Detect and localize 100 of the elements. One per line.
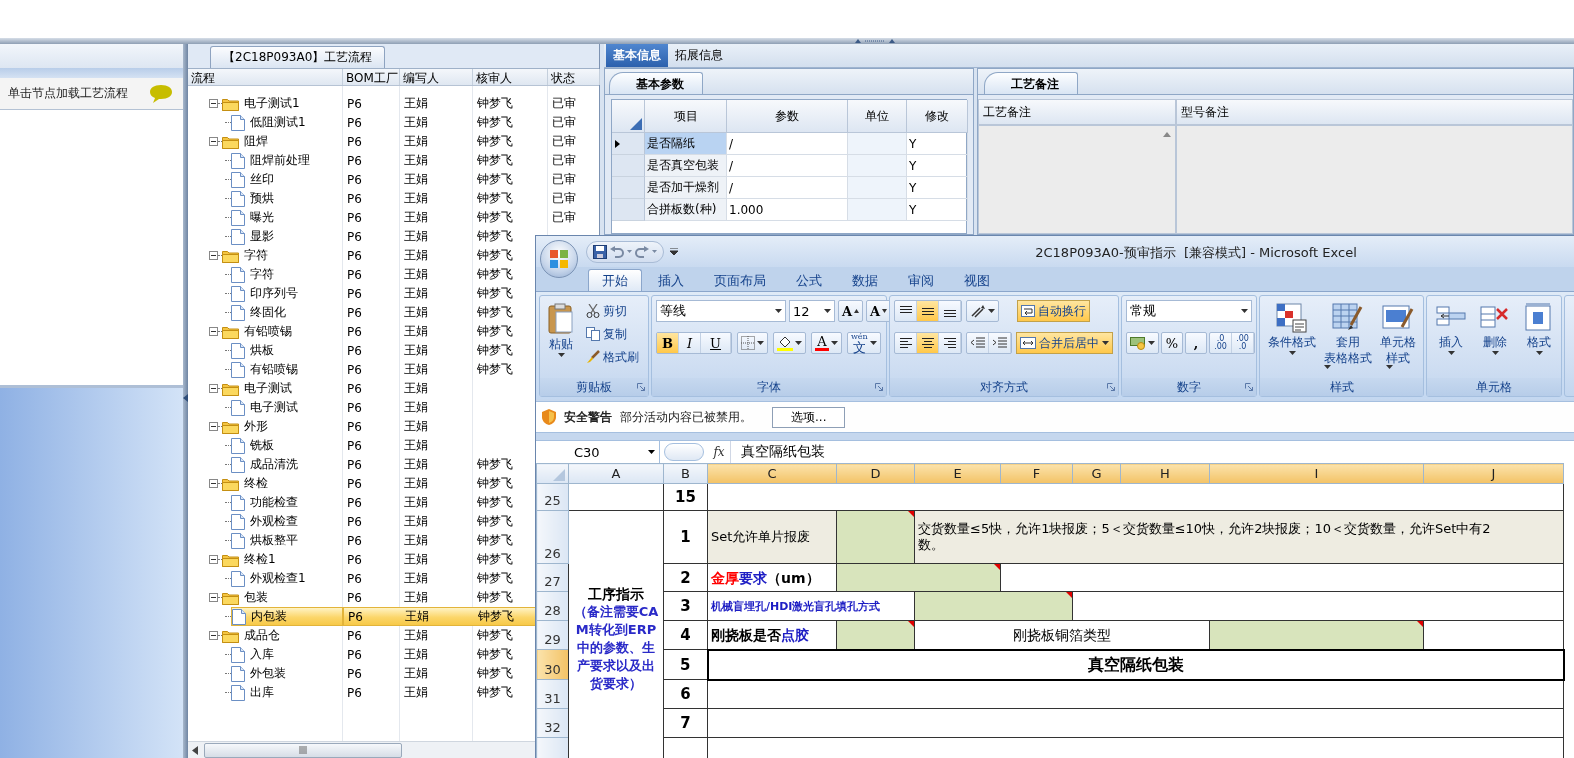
column-header[interactable]: 单位 <box>848 100 907 133</box>
cells-button[interactable]: 删除 <box>1475 300 1515 378</box>
cells-button[interactable]: 格式 <box>1519 300 1559 378</box>
ribbon-tab[interactable]: 公式 <box>782 269 836 291</box>
dialog-launcher-icon[interactable] <box>875 383 883 391</box>
scroll-up-icon[interactable] <box>1163 132 1171 137</box>
office-button[interactable] <box>540 240 578 278</box>
style-button[interactable]: 条件格式 <box>1264 300 1320 378</box>
column-header[interactable]: BOM工厂 <box>343 69 400 85</box>
tree-row[interactable]: 入库 P6 王娟 钟梦飞 <box>188 645 535 664</box>
tree-row[interactable]: 字符 P6 王娟 钟梦飞 <box>188 246 535 265</box>
tree-row[interactable]: 外观检查 P6 王娟 钟梦飞 <box>188 512 535 531</box>
comma-button[interactable]: , <box>1185 332 1207 354</box>
panel-tab[interactable]: 基本参数 <box>609 72 703 94</box>
tree-row[interactable]: 烘板整平 P6 王娟 钟梦飞 <box>188 531 535 550</box>
tree-row[interactable]: 终固化 P6 王娟 钟梦飞 <box>188 303 535 322</box>
font-color-button[interactable]: A <box>811 332 842 354</box>
tree-row[interactable]: 低阻测试1 P6 王娟 钟梦飞 已审 <box>188 113 599 132</box>
ribbon-tab[interactable]: 审阅 <box>894 269 948 291</box>
horizontal-scrollbar[interactable] <box>188 741 535 758</box>
redo-icon[interactable] <box>635 245 649 258</box>
dialog-launcher-icon[interactable] <box>1107 383 1115 391</box>
column-header[interactable]: A <box>568 463 664 484</box>
column-header[interactable]: 参数 <box>727 100 848 133</box>
column-header[interactable]: 核审人 <box>473 69 548 85</box>
format-painter-button[interactable]: 格式刷 <box>582 346 643 368</box>
fill-color-button[interactable] <box>773 332 806 354</box>
ribbon-tab[interactable]: 开始 <box>588 269 642 291</box>
copy-button[interactable]: 复制 <box>582 323 643 345</box>
tree-row[interactable]: 预烘 P6 王娟 钟梦飞 已审 <box>188 189 599 208</box>
info-tab[interactable]: 基本信息 <box>606 44 668 67</box>
horizontal-align-button[interactable] <box>917 333 939 353</box>
dialog-launcher-icon[interactable] <box>1245 383 1253 391</box>
tree-row[interactable]: 烘板 P6 王娟 钟梦飞 <box>188 341 535 360</box>
collapse-toggle-icon[interactable] <box>209 137 218 146</box>
tree-row[interactable]: 印序列号 P6 王娟 钟梦飞 <box>188 284 535 303</box>
column-header[interactable]: C <box>707 463 837 484</box>
collapse-toggle-icon[interactable] <box>209 251 218 260</box>
tree-row[interactable]: 成品仓 P6 王娟 钟梦飞 <box>188 626 535 645</box>
tree-row[interactable]: 出库 P6 王娟 钟梦飞 <box>188 683 535 702</box>
underline-button[interactable]: U <box>701 333 731 353</box>
tree-row[interactable]: 电子测试 P6 王娟 <box>188 398 535 417</box>
tree-row[interactable]: 字符 P6 王娟 钟梦飞 <box>188 265 535 284</box>
column-header[interactable]: B <box>663 463 708 484</box>
tree-row[interactable]: 丝印 P6 王娟 钟梦飞 已审 <box>188 170 599 189</box>
tree-row[interactable]: 外包装 P6 王娟 钟梦飞 <box>188 664 535 683</box>
currency-button[interactable] <box>1126 332 1159 354</box>
ribbon-tab[interactable]: 插入 <box>644 269 698 291</box>
tree-row[interactable]: 有铅喷锡 P6 王娟 钟梦飞 <box>188 322 535 341</box>
column-header[interactable]: H <box>1120 463 1210 484</box>
tree-row[interactable]: 终检1 P6 王娟 钟梦飞 <box>188 550 535 569</box>
collapse-arrow-icon[interactable] <box>183 394 188 402</box>
tree-row[interactable]: 阻焊前处理 P6 王娟 钟梦飞 已审 <box>188 151 599 170</box>
tree-row[interactable]: 阻焊 P6 王娟 钟梦飞 已审 <box>188 132 599 151</box>
options-button[interactable]: 选项... <box>772 406 846 428</box>
collapse-toggle-icon[interactable] <box>209 384 218 393</box>
font-size-field[interactable]: 12 <box>789 300 835 322</box>
decimal-button[interactable]: .00 .0 <box>1232 333 1254 353</box>
column-header[interactable]: F <box>1000 463 1073 484</box>
style-button[interactable]: 套用 表格格式 <box>1320 300 1376 378</box>
column-header[interactable]: 项目 <box>645 100 727 133</box>
borders-button[interactable] <box>737 332 768 354</box>
splitter-grip-icon[interactable] <box>855 38 895 43</box>
row-header[interactable]: 27 <box>536 563 569 592</box>
bold-button[interactable]: B <box>657 333 679 353</box>
vertical-align-button[interactable] <box>917 301 939 321</box>
collapse-toggle-icon[interactable] <box>209 593 218 602</box>
panel-tab[interactable]: 工艺备注 <box>984 72 1078 94</box>
style-button[interactable]: 单元格 样式 <box>1376 300 1420 378</box>
grow-font-button[interactable]: A <box>838 300 864 322</box>
collapse-toggle-icon[interactable] <box>209 327 218 336</box>
row-header[interactable]: 32 <box>536 708 569 738</box>
column-header[interactable]: 修改 <box>907 100 968 133</box>
paste-button[interactable]: 粘贴 <box>544 300 578 378</box>
tree-row[interactable]: 外形 P6 王娟 <box>188 417 535 436</box>
tree-row[interactable]: 外观检查1 P6 王娟 钟梦飞 <box>188 569 535 588</box>
cells-button[interactable]: 插入 <box>1431 300 1471 378</box>
row-header[interactable]: 30 <box>536 649 569 680</box>
tree-row[interactable]: 电子测试1 P6 王娟 钟梦飞 已审 <box>188 94 599 113</box>
collapse-toggle-icon[interactable] <box>209 479 218 488</box>
tree-row[interactable]: 铣板 P6 王娟 <box>188 436 535 455</box>
column-header[interactable]: I <box>1209 463 1424 484</box>
save-icon[interactable] <box>593 244 607 259</box>
tree-row[interactable]: 功能检查 P6 王娟 钟梦飞 <box>188 493 535 512</box>
tree-row[interactable]: 曝光 P6 王娟 钟梦飞 已审 <box>188 208 599 227</box>
customize-toolbar-icon[interactable] <box>670 248 678 255</box>
decimal-button[interactable]: .0 .00 <box>1210 333 1232 353</box>
row-header[interactable]: 25 <box>536 483 569 511</box>
merge-center-button[interactable]: 合并后居中 <box>1016 332 1113 354</box>
collapse-toggle-icon[interactable] <box>209 631 218 640</box>
ribbon-tab[interactable]: 页面布局 <box>700 269 780 291</box>
row-header[interactable]: 31 <box>536 679 569 709</box>
italic-button[interactable]: I <box>679 333 701 353</box>
row-header[interactable]: 29 <box>536 620 569 650</box>
info-tab[interactable]: 拓展信息 <box>668 44 730 67</box>
insert-function-button[interactable]: fx <box>708 445 730 459</box>
row-header[interactable]: 28 <box>536 591 569 621</box>
cut-button[interactable]: 剪切 <box>582 300 643 322</box>
tree-row[interactable]: 有铅喷锡 P6 王娟 钟梦飞 <box>188 360 535 379</box>
row-header[interactable]: 26 <box>536 510 569 564</box>
